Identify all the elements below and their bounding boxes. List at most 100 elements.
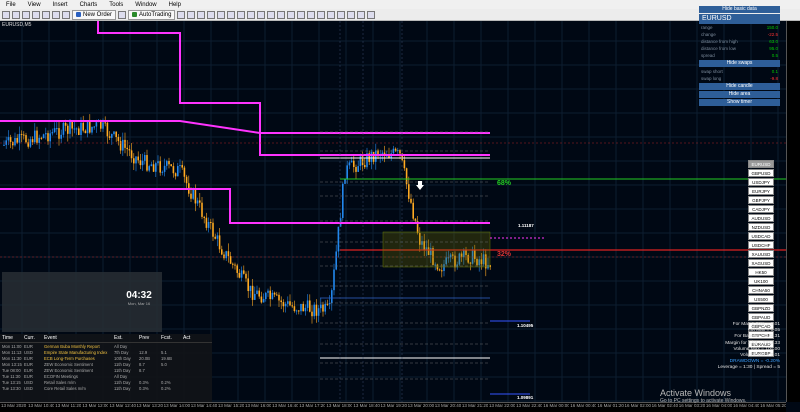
candle-body: [293, 306, 296, 312]
calendar-cell: Empire State Manufacturing Index: [44, 349, 108, 355]
symbol-button-usdcad[interactable]: USDCAD: [748, 232, 774, 240]
symbol-button-nzdusd[interactable]: NZDUSD: [748, 223, 774, 231]
candle-body: [331, 290, 333, 304]
new-chart-icon[interactable]: [2, 10, 10, 19]
market-watch-icon[interactable]: [22, 10, 30, 19]
hide-area-button[interactable]: Hide area: [699, 91, 780, 98]
candle-body: [258, 290, 260, 297]
zoom-out-icon[interactable]: [217, 10, 226, 19]
autoscroll-icon[interactable]: [237, 10, 246, 19]
label-icon[interactable]: [367, 10, 376, 19]
menu-help[interactable]: Help: [163, 2, 187, 8]
symbol-button-us500[interactable]: US500: [748, 295, 774, 303]
navigator-icon[interactable]: [42, 10, 50, 19]
symbol-button-usdjpy[interactable]: USDJPY: [748, 178, 774, 186]
data-window-icon[interactable]: [32, 10, 40, 19]
calendar-row[interactable]: Mon 13:15 EUR ZEW Economic Sentiment 11th D…: [0, 361, 212, 367]
show-timer-button[interactable]: Show timer: [699, 99, 780, 106]
range-box: [382, 231, 491, 268]
menu-charts[interactable]: Charts: [74, 2, 104, 8]
symbol-button-uk100[interactable]: UK100: [748, 277, 774, 285]
symbol-button-xagusd[interactable]: XAGUSD: [748, 259, 774, 267]
candle-body: [322, 304, 324, 312]
templates-icon[interactable]: [277, 10, 286, 19]
symbol-button-eurjpy[interactable]: EURJPY: [748, 187, 774, 195]
indicators-icon[interactable]: [257, 10, 266, 19]
price-axis[interactable]: [786, 21, 800, 402]
calendar-cell: ECB Long-Term Purchases: [44, 355, 95, 361]
autotrading-icon: [132, 12, 138, 17]
metaeditor-icon[interactable]: [118, 10, 127, 19]
channel-icon[interactable]: [337, 10, 346, 19]
symbol-button-eurusd[interactable]: EURUSD: [748, 160, 774, 168]
menu-tools[interactable]: Tools: [103, 2, 129, 8]
time-axis-label: 13 Mar 14:00: [163, 403, 190, 408]
text-icon[interactable]: [357, 10, 366, 19]
horizontal-line-icon[interactable]: [317, 10, 326, 19]
hide-basic-data-button[interactable]: Hide basic data: [699, 6, 780, 13]
fibo-icon[interactable]: [347, 10, 356, 19]
calendar-cell: 19.6B: [161, 355, 172, 361]
tester-icon[interactable]: [62, 10, 70, 19]
symbol-button-gbpnzd[interactable]: GBPNZD: [748, 304, 774, 312]
menu-insert[interactable]: Insert: [47, 2, 74, 8]
calendar-cell: 11th Day: [114, 379, 131, 385]
candlestick-icon[interactable]: [187, 10, 196, 19]
autotrading-button[interactable]: AutoTrading: [128, 9, 176, 20]
time-axis-label: 16 Mar 05:20: [760, 403, 787, 408]
hide-swaps-button[interactable]: Hide swaps: [699, 60, 780, 67]
hide-candle-button[interactable]: Hide candle: [699, 83, 780, 90]
profiles-icon[interactable]: [12, 10, 20, 19]
symbol-button-cadjpy[interactable]: CADJPY: [748, 205, 774, 213]
calendar-col-header: Curr.: [24, 335, 35, 341]
symbol-button-hk50[interactable]: HK50: [748, 268, 774, 276]
candle-body: [14, 138, 16, 146]
candle-body: [236, 265, 238, 273]
zoom-in-icon[interactable]: [207, 10, 216, 19]
candle-body: [124, 139, 126, 148]
symbol-button-xauusd[interactable]: XAUUSD: [748, 250, 774, 258]
market-clock: 04:32 Mon, Mar 16: [120, 290, 158, 318]
calendar-cell: All Day: [114, 343, 128, 349]
terminal-icon[interactable]: [52, 10, 60, 19]
line-chart-icon[interactable]: [197, 10, 206, 19]
symbol-button-gbpaud[interactable]: GBPAUD: [748, 313, 774, 321]
menu-file[interactable]: File: [0, 2, 22, 8]
menu-view[interactable]: View: [22, 2, 47, 8]
calendar-cell: Core Retail Sales m/m: [44, 385, 86, 391]
time-axis-label: 13 Mar 12:40: [109, 403, 136, 408]
calendar-row[interactable]: Tue 13:30 USD Core Retail Sales m/m 11th Da…: [0, 385, 212, 391]
calendar-row[interactable]: Tue 13:15 USD Retail Sales m/m 11th Day 0.3%…: [0, 379, 212, 385]
candle-body: [58, 128, 60, 139]
candle-body: [163, 165, 166, 172]
candle-body: [31, 139, 34, 143]
candle-body: [348, 162, 351, 166]
cursor-icon[interactable]: [287, 10, 296, 19]
candle-body: [320, 304, 322, 309]
vertical-line-icon[interactable]: [307, 10, 316, 19]
symbol-button-gbpjpy[interactable]: GBPJPY: [748, 196, 774, 204]
candle-body: [370, 151, 373, 162]
candle-body: [174, 173, 177, 177]
candle-body: [273, 292, 276, 295]
candle-body: [78, 128, 80, 135]
periods-icon[interactable]: [267, 10, 276, 19]
symbol-button-usdchf[interactable]: USDCHF: [748, 241, 774, 249]
time-axis-label: 13 Mar 21:20: [461, 403, 488, 408]
calendar-row[interactable]: Mon 11:30 EUR ECB Long-Term Purchases 10th …: [0, 355, 212, 361]
crosshair-icon[interactable]: [297, 10, 306, 19]
candle-body: [122, 139, 124, 151]
symbol-button-audusd[interactable]: AUDUSD: [748, 214, 774, 222]
bar-chart-icon[interactable]: [177, 10, 186, 19]
trendline-icon[interactable]: [327, 10, 336, 19]
chart-shift-icon[interactable]: [247, 10, 256, 19]
panel-row-label: swap short: [701, 69, 723, 74]
calendar-row[interactable]: Mon 11:13 USD Empire State Manufacturing I…: [0, 349, 212, 355]
symbol-button-chna50[interactable]: CHNA50: [748, 286, 774, 294]
menu-window[interactable]: Window: [129, 2, 162, 8]
new-order-button[interactable]: New Order: [72, 9, 117, 20]
tile-icon[interactable]: [227, 10, 236, 19]
candle-body: [113, 131, 115, 135]
symbol-button-gbpusd[interactable]: GBPUSD: [748, 169, 774, 177]
candle-body: [69, 121, 71, 134]
